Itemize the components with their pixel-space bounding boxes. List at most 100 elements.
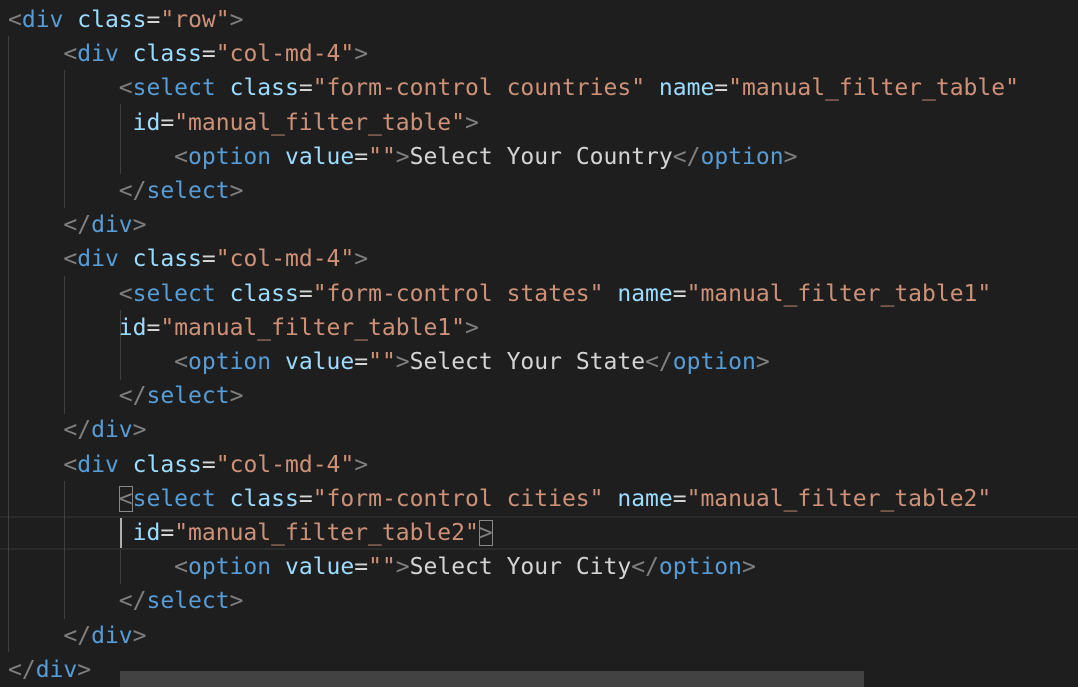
- code-token-punc: >: [755, 349, 770, 375]
- code-token-punc: >: [478, 520, 493, 546]
- code-line[interactable]: </div>: [8, 413, 147, 447]
- code-token-attr: class: [229, 280, 299, 307]
- code-token-eq: =: [714, 75, 729, 102]
- code-token-attr: class: [132, 451, 202, 478]
- code-line[interactable]: <div class="row">: [8, 3, 243, 37]
- code-token-punc: </: [645, 349, 673, 375]
- code-token-str: "form-control cities": [312, 485, 604, 512]
- code-token-punc: </: [8, 656, 36, 683]
- code-token-punc: <: [63, 41, 78, 68]
- code-token-tag: div: [21, 7, 64, 33]
- code-line[interactable]: <div class="col-md-4">: [8, 242, 368, 276]
- code-token-attr: class: [229, 485, 299, 512]
- code-line[interactable]: <div class="col-md-4">: [8, 37, 368, 71]
- code-line[interactable]: id="manual_filter_table1">: [8, 311, 479, 345]
- code-token-punc: </: [631, 554, 659, 581]
- code-line[interactable]: </div>: [8, 208, 146, 242]
- text-cursor: [120, 518, 122, 548]
- code-token-punc: <: [63, 451, 78, 478]
- code-token-attr: value: [284, 349, 355, 375]
- code-token-punc: >: [132, 417, 147, 444]
- code-token-eq: =: [146, 314, 161, 341]
- code-line[interactable]: <option value="">Select Your City</optio…: [8, 550, 756, 584]
- code-line[interactable]: id="manual_filter_table2">: [8, 516, 493, 550]
- code-token-tag: option: [188, 143, 272, 170]
- code-token-attr: value: [284, 554, 355, 581]
- code-token-txt: Select Your Country: [409, 143, 673, 170]
- code-line[interactable]: </select>: [8, 174, 244, 208]
- code-token-eq: =: [354, 349, 369, 375]
- code-token-tag: select: [146, 383, 230, 410]
- code-line[interactable]: </select>: [8, 584, 244, 618]
- code-token-str: "": [368, 554, 396, 581]
- code-token-punc: <: [174, 143, 189, 170]
- code-line[interactable]: </div>: [8, 619, 146, 653]
- code-token-punc: >: [464, 109, 479, 136]
- code-token-tag: div: [91, 212, 133, 239]
- code-token-str: "row": [160, 7, 230, 33]
- code-token-tag: div: [77, 41, 119, 68]
- code-token-tag: option: [188, 349, 272, 375]
- code-token-attr: class: [132, 246, 202, 273]
- code-token-tag: div: [77, 246, 119, 273]
- code-token-str: "manual_filter_table1": [160, 314, 465, 341]
- code-line[interactable]: <select class="form-control cities" name…: [8, 482, 991, 516]
- code-token-attr: name: [617, 280, 673, 307]
- code-token-tag: select: [132, 485, 216, 512]
- code-token-eq: =: [298, 485, 313, 512]
- code-token-eq: =: [201, 41, 216, 68]
- code-line[interactable]: <div class="col-md-4">: [8, 448, 368, 482]
- code-line[interactable]: </select>: [8, 379, 244, 413]
- code-token-punc: <: [118, 75, 133, 102]
- code-token-eq: =: [354, 554, 369, 581]
- code-token-eq: =: [201, 451, 216, 478]
- code-line[interactable]: <option value="">Select Your State</opti…: [8, 345, 770, 379]
- code-token-punc: >: [354, 451, 369, 478]
- code-token-attr: class: [132, 41, 202, 68]
- code-token-punc: </: [63, 417, 92, 444]
- horizontal-scrollbar-thumb[interactable]: [120, 671, 864, 687]
- code-token-tag: select: [146, 178, 230, 204]
- code-token-punc: <: [8, 7, 22, 33]
- code-token-punc: >: [229, 178, 244, 204]
- code-token-eq: =: [160, 109, 175, 136]
- code-token-attr: name: [658, 75, 715, 102]
- code-token-tag: option: [188, 554, 272, 581]
- code-token-punc: >: [229, 7, 244, 33]
- code-token-attr: id: [118, 314, 147, 341]
- code-token-tag: select: [132, 280, 216, 307]
- code-token-eq: =: [354, 143, 369, 170]
- code-token-punc: <: [118, 280, 133, 307]
- code-token-tag: select: [146, 588, 230, 615]
- code-token-eq: =: [201, 246, 216, 273]
- code-token-punc: >: [395, 349, 410, 375]
- code-line[interactable]: id="manual_filter_table">: [8, 106, 479, 140]
- code-line[interactable]: </div>: [8, 653, 91, 687]
- code-editor[interactable]: <div class="row"> <div class="col-md-4">…: [0, 0, 1078, 687]
- code-token-txt: Select Your City: [409, 554, 632, 581]
- code-token-punc: >: [742, 554, 756, 581]
- code-token-punc: <: [174, 554, 189, 581]
- code-token-punc: >: [229, 588, 244, 615]
- code-line[interactable]: <select class="form-control states" name…: [8, 277, 991, 311]
- code-line[interactable]: <select class="form-control countries" n…: [8, 71, 1019, 105]
- code-line[interactable]: <option value="">Select Your Country</op…: [8, 140, 797, 174]
- code-token-eq: =: [298, 280, 313, 307]
